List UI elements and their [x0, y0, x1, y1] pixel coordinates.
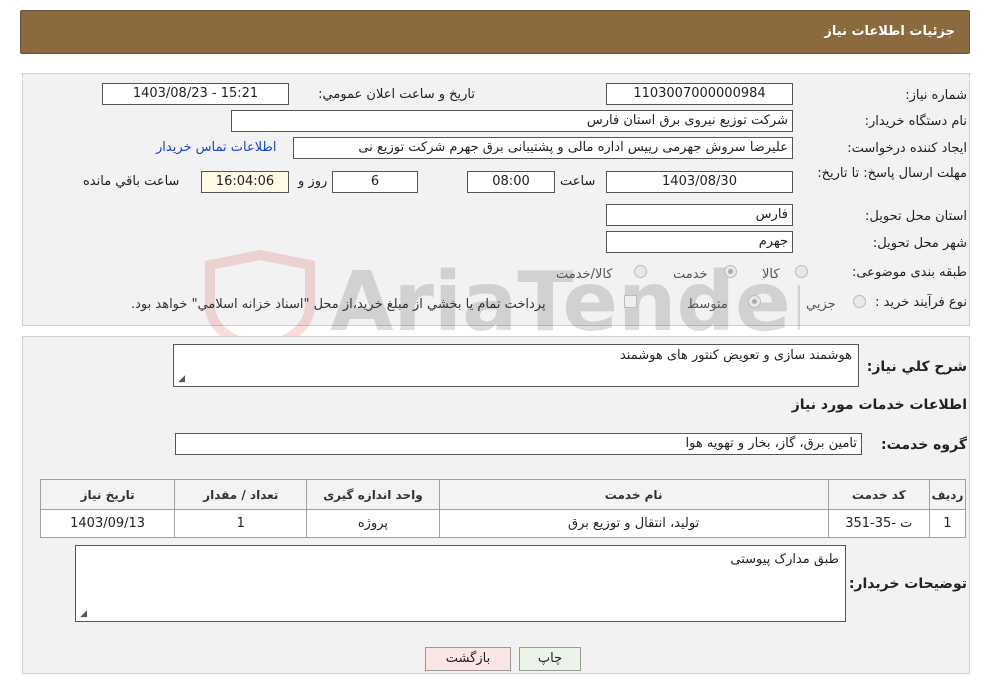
cell-unit: پروژه [306, 509, 440, 538]
resize-grip-icon[interactable]: ◢ [78, 610, 87, 619]
col-row: رديف [928, 479, 967, 510]
col-quantity: تعداد / مقدار [174, 479, 308, 510]
col-need-date: تاريخ نياز [39, 479, 176, 510]
buyer-org-field: شرکت توزیع نیروی برق استان فارس [231, 110, 793, 132]
buyer-notes-textarea: طبق مدارک پیوستی ◢ [75, 545, 846, 622]
buyer-notes-label: توضيحات خريدار: [848, 576, 967, 592]
province-field: فارس [606, 204, 793, 226]
need-number-label: شماره نیاز: [905, 88, 967, 103]
deadline-time-field: 08:00 [467, 171, 555, 193]
service-group-field: تامين برق، گاز، بخار و تهويه هوا [175, 433, 862, 455]
description-textarea: هوشمند سازی و تعویض کنتور های هوشمند ◢ [173, 344, 859, 387]
cell-service-code: ت -35-351 [827, 509, 930, 538]
col-service-code: کد خدمت [827, 479, 930, 510]
services-table-header: رديف کد خدمت نام خدمت واحد اندازه گيری ت… [39, 479, 967, 510]
col-service-name: نام خدمت [438, 479, 829, 510]
process-label: نوع فرآيند خريد : [875, 295, 967, 310]
requester-field: علیرضا سروش جهرمی رییس اداره مالی و پشتی… [293, 137, 793, 159]
description-text: هوشمند سازی و تعویض کنتور های هوشمند [619, 348, 852, 363]
announce-field: 1403/08/23 - 15:21 [102, 83, 289, 105]
print-button[interactable]: چاپ [519, 647, 581, 671]
process-minor-label: جزيي [806, 297, 836, 312]
cell-service-name: توليد، انتقال و توزيع برق [438, 509, 829, 538]
city-label: شهر محل تحويل: [872, 236, 967, 251]
table-row: 1 ت -35-351 توليد، انتقال و توزيع برق پر… [39, 509, 967, 538]
province-label: استان محل تحويل: [865, 209, 967, 224]
back-button[interactable]: بازگشت [425, 647, 511, 671]
category-goods-service-label: کالا/خدمت [556, 267, 613, 282]
category-service-label: خدمت [673, 267, 708, 282]
services-table: رديف کد خدمت نام خدمت واحد اندازه گيری ت… [39, 479, 967, 538]
buyer-contact-link[interactable]: اطلاعات تماس خريدار [156, 140, 276, 155]
category-goods-radio[interactable] [795, 265, 808, 278]
remaining-time-field: 16:04:06 [201, 171, 289, 193]
category-service-radio[interactable] [724, 265, 737, 278]
buyer-org-label: نام دستگاه خريدار: [864, 114, 967, 129]
col-unit: واحد اندازه گيری [306, 479, 440, 510]
category-goods-label: کالا [762, 267, 780, 282]
requester-label: ايجاد کننده درخواست: [847, 141, 967, 156]
process-medium-label: متوسط [687, 297, 728, 312]
process-minor-radio[interactable] [853, 295, 866, 308]
page-header: جزئیات اطلاعات نیاز [20, 10, 970, 54]
cell-need-date: 1403/09/13 [39, 509, 176, 538]
cell-row: 1 [928, 509, 967, 538]
process-medium-radio[interactable] [748, 295, 761, 308]
announce-label: تاریخ و ساعت اعلان عمومي: [318, 87, 475, 102]
deadline-label: مهلت ارسال پاسخ: تا تاريخ: [817, 166, 967, 181]
remaining-label: ساعت باقي مانده [83, 174, 180, 189]
deadline-date-field: 1403/08/30 [606, 171, 793, 193]
days-field: 6 [332, 171, 418, 193]
need-number-field: 1103007000000984 [606, 83, 793, 105]
category-label: طبقه بندی موضوعی: [851, 265, 967, 280]
deadline-time-label: ساعت [560, 174, 596, 189]
service-group-label: گروه خدمت: [881, 437, 967, 453]
treasury-payment-note: پرداخت تمام يا بخشي از مبلغ خريد،از محل … [131, 297, 546, 312]
treasury-payment-checkbox[interactable] [624, 295, 637, 308]
city-field: جهرم [606, 231, 793, 253]
resize-grip-icon[interactable]: ◢ [176, 375, 185, 384]
days-label: روز و [298, 174, 328, 189]
services-section-title: اطلاعات خدمات مورد نياز [791, 397, 967, 413]
buyer-notes-text: طبق مدارک پیوستی [730, 552, 839, 567]
category-goods-service-radio[interactable] [634, 265, 647, 278]
cell-quantity: 1 [174, 509, 308, 538]
description-label: شرح کلي نياز: [866, 359, 967, 375]
page-title: جزئیات اطلاعات نیاز [824, 24, 955, 39]
